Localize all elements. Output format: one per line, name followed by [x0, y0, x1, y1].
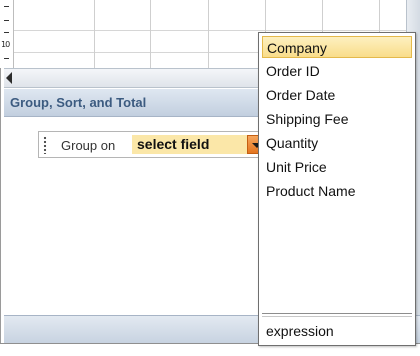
grid-line — [208, 0, 209, 68]
field-list-dropdown[interactable]: Company Order ID Order Date Shipping Fee… — [258, 32, 416, 346]
pane-title: Group, Sort, and Total — [10, 95, 147, 110]
grid-line — [94, 0, 95, 68]
ruler-tick — [4, 32, 9, 33]
group-on-label: Group on — [61, 138, 116, 153]
vertical-ruler: 10 — [0, 0, 14, 68]
select-field-value: select field — [137, 136, 210, 152]
field-item-order-date[interactable]: Order Date — [262, 84, 412, 106]
select-field-dropdown[interactable]: select field — [132, 135, 266, 154]
group-on-row[interactable]: Group on select field — [38, 131, 268, 158]
field-item-product-name[interactable]: Product Name — [262, 180, 412, 202]
ruler-tick — [4, 6, 9, 7]
ruler-number: 10 — [1, 40, 10, 49]
ruler-tick — [4, 58, 9, 59]
drag-grip-icon[interactable] — [43, 136, 47, 154]
field-item-unit-price[interactable]: Unit Price — [262, 156, 412, 178]
scroll-left-arrow-icon[interactable] — [6, 72, 12, 84]
field-item-quantity[interactable]: Quantity — [262, 132, 412, 154]
field-item-shipping-fee[interactable]: Shipping Fee — [262, 108, 412, 130]
grid-line — [150, 0, 151, 68]
field-item-expression[interactable]: expression — [262, 319, 412, 343]
list-separator — [262, 313, 412, 317]
field-item-order-id[interactable]: Order ID — [262, 60, 412, 82]
field-item-company[interactable]: Company — [262, 36, 412, 58]
ruler-tick — [4, 20, 9, 21]
